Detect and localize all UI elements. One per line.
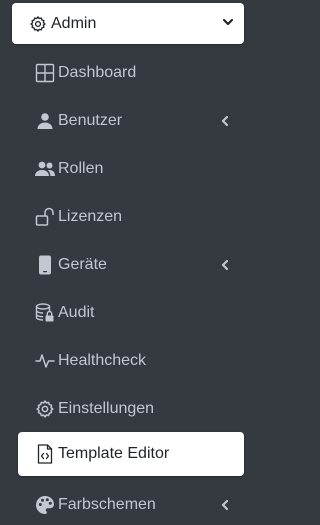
chevron-left-icon[interactable] [220,114,230,128]
sidebar-item-rollen[interactable]: Rollen [18,149,244,189]
admin-sidebar: Admin Dashboard Benutzer Rollen Lizenzen… [0,0,253,524]
admin-menu-header[interactable]: Admin [12,3,244,44]
sidebar-item-label: Rollen [58,160,104,177]
file-code-icon [34,443,56,465]
database-lock-icon [34,302,56,324]
sidebar-item-label: Audit [58,304,95,321]
chevron-down-icon[interactable] [221,15,235,29]
gear-icon [29,15,47,33]
sidebar-item-label: Template Editor [58,445,170,462]
sidebar-item-label: Dashboard [58,64,137,81]
unlock-icon [34,206,56,228]
sidebar-item-benutzer[interactable]: Benutzer [18,101,244,141]
sidebar-item-einstellungen[interactable]: Einstellungen [18,389,244,429]
admin-menu-label: Admin [51,14,97,32]
sidebar-item-lizenzen[interactable]: Lizenzen [18,197,244,237]
gear-icon [34,398,56,420]
sidebar-item-label: Lizenzen [58,208,123,225]
sidebar-item-label: Geräte [58,256,107,273]
sidebar-item-label: Farbschemen [58,496,156,513]
mobile-icon [34,254,56,276]
sidebar-item-geraete[interactable]: Geräte [18,245,244,285]
sidebar-item-audit[interactable]: Audit [18,293,244,333]
chevron-left-icon[interactable] [220,258,230,272]
sidebar-item-label: Benutzer [58,112,123,129]
palette-icon [34,494,56,516]
sidebar-item-label: Einstellungen [58,400,155,417]
sidebar-item-farbschemen[interactable]: Farbschemen [18,485,244,525]
users-icon [34,158,56,180]
sidebar-item-label: Healthcheck [58,352,147,369]
grid-icon [34,62,56,84]
sidebar-item-template-editor[interactable]: Template Editor [18,432,244,476]
sidebar-item-healthcheck[interactable]: Healthcheck [18,341,244,381]
pulse-icon [34,350,56,372]
user-icon [34,110,56,132]
sidebar-item-dashboard[interactable]: Dashboard [18,53,244,93]
chevron-left-icon[interactable] [220,498,230,512]
